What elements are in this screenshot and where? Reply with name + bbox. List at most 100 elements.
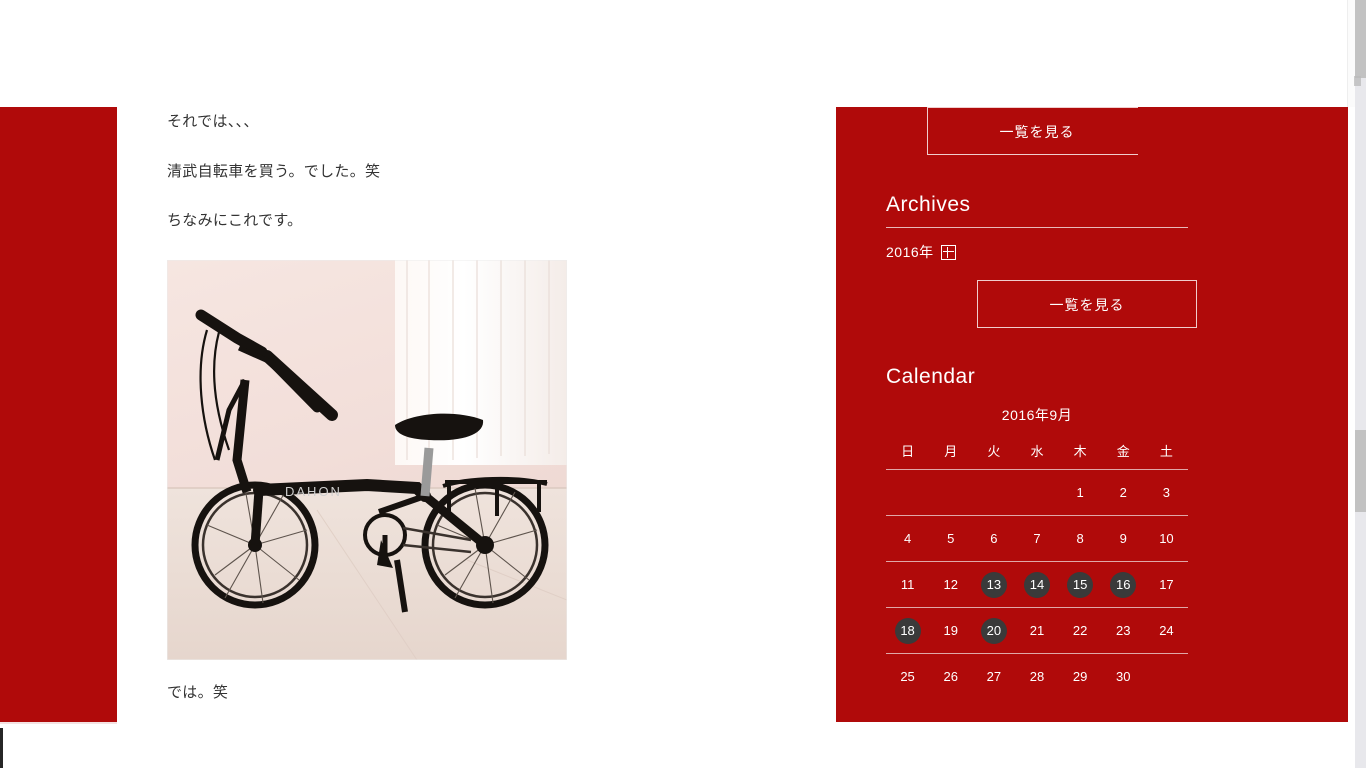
calendar-cell: 24 <box>1144 607 1188 654</box>
calendar-day-number: 22 <box>1072 622 1088 638</box>
plus-box-icon[interactable] <box>940 244 956 260</box>
archive-year-label: 2016年 <box>886 244 934 260</box>
calendar-day-number: 11 <box>900 576 915 592</box>
calendar-cell-empty <box>886 469 930 516</box>
paragraph: それでは、、、 <box>167 113 259 130</box>
calendar-cell: 1 <box>1058 469 1102 516</box>
weekday-header-mon: 月 <box>929 435 973 470</box>
svg-text:DAHON: DAHON <box>285 484 342 499</box>
calendar-title: Calendar <box>886 365 976 388</box>
weekday-header-sun: 日 <box>886 435 930 470</box>
article-body: それでは、、、 清武自転車を買う。でした。笑 ちなみにこれです。 DAHON で… <box>167 107 587 731</box>
calendar-cell: 9 <box>1101 515 1145 562</box>
weekday-header-sat: 土 <box>1144 435 1188 470</box>
calendar-day-number: 3 <box>1162 484 1171 500</box>
calendar-week-row: 18 19 20 21 22 23 24 <box>886 607 1188 654</box>
band-bottom-hairline <box>0 722 117 724</box>
post-photo: DAHON <box>167 259 567 660</box>
view-all-button-top[interactable]: 一覧を見る <box>927 107 1138 155</box>
calendar-day-number: 30 <box>1116 668 1131 684</box>
calendar-cell: 30 <box>1102 654 1145 700</box>
calendar-cell: 27 <box>972 654 1015 700</box>
widget-top-clipped: 一覧を見る <box>836 107 1138 155</box>
page-root: それでは、、、 清武自転車を買う。でした。笑 ちなみにこれです。 DAHON で… <box>0 0 1366 768</box>
calendar-cell: 23 <box>1101 607 1145 654</box>
calendar-day-number: 10 <box>1159 530 1174 546</box>
calendar-day-number: 25 <box>900 668 915 684</box>
calendar-cell-active[interactable]: 13 <box>972 561 1016 608</box>
calendar-day-link[interactable]: 13 <box>980 571 1007 598</box>
calendar-day-link[interactable]: 18 <box>894 617 921 644</box>
calendar-cell: 5 <box>929 515 973 562</box>
calendar-day-number: 17 <box>1159 576 1174 592</box>
calendar-cell: 25 <box>886 654 929 700</box>
weekday-header-wed: 水 <box>1015 435 1059 470</box>
calendar-day-number: 7 <box>1033 530 1041 546</box>
calendar-day-link[interactable]: 14 <box>1023 571 1050 598</box>
vertical-scrollbar[interactable] <box>1355 0 1366 768</box>
calendar-week-row: 25 26 27 28 29 30 <box>886 654 1188 700</box>
calendar-cell-empty <box>1145 654 1188 700</box>
calendar-day-number: 12 <box>943 576 958 592</box>
calendar-cell: 19 <box>929 607 973 654</box>
inner-scrollbar[interactable] <box>1347 0 1355 107</box>
calendar-day-number: 27 <box>986 668 1002 684</box>
calendar-day-number: 8 <box>1076 530 1084 546</box>
scrollbar-thumb-top[interactable] <box>1355 0 1366 78</box>
calendar-day-number: 29 <box>1072 668 1088 684</box>
calendar-cell: 21 <box>1015 607 1059 654</box>
calendar-day-number: 24 <box>1159 622 1174 638</box>
scrollbar-thumb[interactable] <box>1355 430 1366 512</box>
calendar-cell: 3 <box>1144 469 1188 516</box>
weekday-header-fri: 金 <box>1101 435 1145 470</box>
calendar-cell: 8 <box>1058 515 1102 562</box>
calendar-cell-active[interactable]: 20 <box>972 607 1016 654</box>
calendar-cell-active[interactable]: 14 <box>1015 561 1059 608</box>
left-red-band <box>0 107 117 722</box>
calendar-cell: 12 <box>929 561 973 608</box>
calendar-cell-empty <box>1015 469 1059 516</box>
calendar-cell: 26 <box>929 654 972 700</box>
calendar-cell: 29 <box>1059 654 1102 700</box>
weekday-header-thu: 木 <box>1058 435 1102 470</box>
calendar-widget: Calendar 2016年9月 日 月 火 水 木 金 土 123456789… <box>886 365 1188 699</box>
calendar-week-row: 1 2 3 <box>886 469 1188 516</box>
calendar-cell: 2 <box>1101 469 1145 516</box>
calendar-day-link[interactable]: 15 <box>1067 571 1094 598</box>
calendar-day-number: 23 <box>1116 622 1131 638</box>
calendar-day-number: 26 <box>943 668 958 684</box>
calendar-day-number: 4 <box>903 530 912 546</box>
calendar-cell: 7 <box>1015 515 1059 562</box>
calendar-body: 1 2 3 4 5 6 7 8 9 10 11 12 13 14 15 16 17 18 19 20 21 22 23 24 2… <box>886 469 1188 700</box>
calendar-cell: 28 <box>1015 654 1058 700</box>
closing-paragraph: では。笑 <box>167 683 229 701</box>
calendar-cell-active[interactable]: 16 <box>1101 561 1145 608</box>
calendar-cell: 10 <box>1144 515 1188 562</box>
calendar-cell-empty <box>929 469 973 516</box>
calendar-day-number: 19 <box>943 622 958 638</box>
calendar-cell: 4 <box>886 515 930 562</box>
calendar-cell-active[interactable]: 18 <box>886 607 930 654</box>
weekday-header-tue: 火 <box>972 435 1016 470</box>
sidebar: 一覧を見る Archives 2016年 一覧を見る Calendar 2016… <box>836 107 1348 722</box>
calendar-day-number: 6 <box>990 530 998 546</box>
text-cursor-icon <box>1354 76 1361 86</box>
calendar-day-link[interactable]: 20 <box>980 617 1007 644</box>
calendar-cell: 22 <box>1058 607 1102 654</box>
calendar-day-number: 5 <box>947 530 955 546</box>
paragraph: 清武自転車を買う。でした。笑 <box>167 162 381 180</box>
calendar-cell: 11 <box>886 561 930 608</box>
calendar-cell-active[interactable]: 15 <box>1058 561 1102 608</box>
calendar-day-number: 1 <box>1076 484 1084 500</box>
left-edge-line <box>0 728 3 768</box>
calendar-cell: 6 <box>972 515 1016 562</box>
calendar-day-number: 28 <box>1029 668 1045 684</box>
calendar-day-link[interactable]: 16 <box>1110 571 1137 598</box>
calendar-week-row: 4 5 6 7 8 9 10 <box>886 515 1188 562</box>
view-all-button-archives[interactable]: 一覧を見る <box>977 280 1197 328</box>
calendar-caption: 2016年9月 <box>1001 407 1073 423</box>
calendar-cell-empty <box>972 469 1016 516</box>
calendar-week-row: 11 12 13 14 15 16 17 <box>886 561 1188 608</box>
calendar-day-number: 21 <box>1029 622 1045 638</box>
archive-year-row[interactable]: 2016年 <box>886 242 1188 262</box>
